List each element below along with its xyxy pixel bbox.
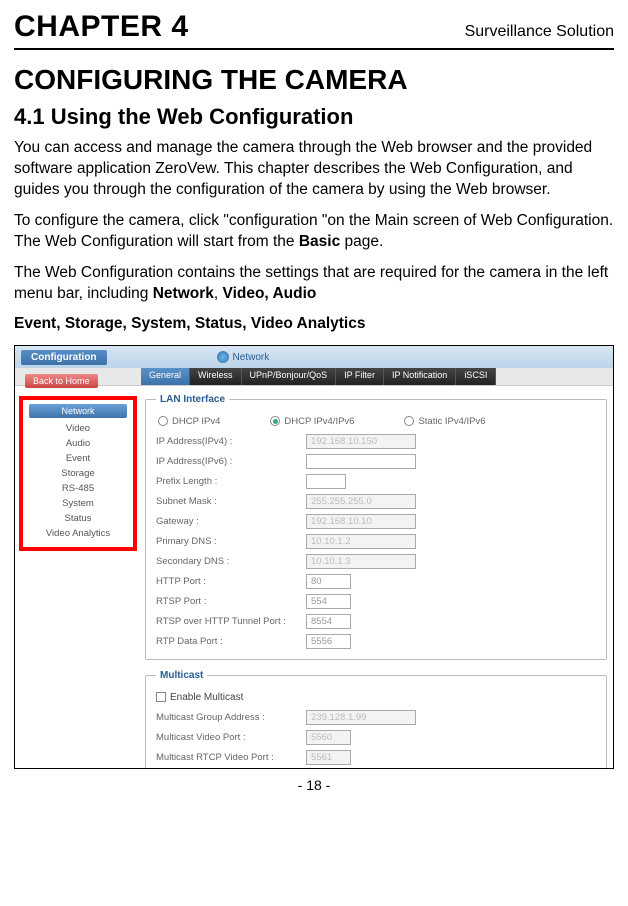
label-gateway: Gateway : [156,516,306,527]
tab-bar: General Wireless UPnP/Bonjour/QoS IP Fil… [15,368,613,386]
input-mask[interactable] [306,494,416,509]
content-area: LAN Interface DHCP IPv4 DHCP IPv4/IPv6 S… [145,394,607,769]
input-sdns[interactable] [306,554,416,569]
radio-icon-checked [270,416,280,426]
input-ipv6[interactable] [306,454,416,469]
tab-ipnotification[interactable]: IP Notification [384,368,456,385]
input-ipv4[interactable] [306,434,416,449]
radio-dhcp-ipv4v6[interactable]: DHCP IPv4/IPv6 [270,416,354,427]
multicast-fieldset: Multicast Enable Multicast Multicast Gro… [145,670,607,769]
sidebar-highlight: Network Video Audio Event Storage RS-485… [19,396,137,551]
tab-upnp[interactable]: UPnP/Bonjour/QoS [242,368,337,385]
p2-text-c: page. [340,233,383,250]
chapter-title: CHAPTER 4 [14,10,189,44]
paragraph-4: Event, Storage, System, Status, Video An… [14,314,614,335]
sidebar-item-video-analytics[interactable]: Video Analytics [23,526,133,541]
tab-ipfilter[interactable]: IP Filter [336,368,384,385]
label-mc-ga: Multicast Group Address : [156,712,306,723]
input-gateway[interactable] [306,514,416,529]
network-heading: Network [217,351,270,363]
paragraph-3: The Web Configuration contains the setti… [14,263,614,305]
paragraph-1: You can access and manage the camera thr… [14,138,614,201]
back-to-home-button[interactable]: Back to Home [25,374,98,388]
radio-icon [158,416,168,426]
multicast-legend: Multicast [156,670,207,681]
label-enable-multicast: Enable Multicast [170,692,243,703]
radio-dhcp-ipv4[interactable]: DHCP IPv4 [158,416,220,427]
input-mc-vp[interactable] [306,730,351,745]
sidebar-item-audio[interactable]: Audio [23,436,133,451]
radio-icon [404,416,414,426]
input-pdns[interactable] [306,534,416,549]
label-pdns: Primary DNS : [156,536,306,547]
tab-wireless[interactable]: Wireless [190,368,242,385]
label-ipv4: IP Address(IPv4) : [156,436,306,447]
input-mc-rvp[interactable] [306,750,351,765]
configuration-badge: Configuration [21,350,107,365]
input-mc-ga[interactable] [306,710,416,725]
label-rtsp-http: RTSP over HTTP Tunnel Port : [156,616,306,627]
globe-icon [217,351,229,363]
input-http[interactable] [306,574,351,589]
p2-bold: Basic [299,233,340,250]
config-screenshot: Configuration Network General Wireless U… [14,345,614,769]
p3-bold-video-audio: Video, Audio [223,285,317,302]
label-mc-rvp: Multicast RTCP Video Port : [156,752,306,763]
label-mask: Subnet Mask : [156,496,306,507]
sidebar-item-system[interactable]: System [23,496,133,511]
lan-legend: LAN Interface [156,394,229,405]
input-rtp[interactable] [306,634,351,649]
tab-general[interactable]: General [141,368,190,385]
chapter-subtitle: Surveillance Solution [465,23,614,41]
sidebar-item-video[interactable]: Video [23,421,133,436]
p3-comma: , [214,285,223,302]
checkbox-enable-multicast[interactable] [156,692,166,702]
chapter-header: CHAPTER 4 Surveillance Solution [14,10,614,50]
paragraph-2: To configure the camera, click "configur… [14,211,614,253]
sidebar-item-event[interactable]: Event [23,451,133,466]
lan-interface-fieldset: LAN Interface DHCP IPv4 DHCP IPv4/IPv6 S… [145,394,607,660]
subsection-title: 4.1 Using the Web Configuration [14,104,614,130]
page-number: - 18 - [14,777,614,793]
section-title: CONFIGURING THE CAMERA [14,64,614,96]
sidebar-item-network[interactable]: Network [29,404,127,418]
sidebar-item-rs485[interactable]: RS-485 [23,481,133,496]
dhcp-radio-row: DHCP IPv4 DHCP IPv4/IPv6 Static IPv4/IPv… [156,411,596,431]
label-ipv6: IP Address(IPv6) : [156,456,306,467]
config-header-bar: Configuration Network [15,346,613,368]
label-rtp: RTP Data Port : [156,636,306,647]
label-sdns: Secondary DNS : [156,556,306,567]
label-http: HTTP Port : [156,576,306,587]
input-prefix[interactable] [306,474,346,489]
network-heading-text: Network [233,352,270,363]
input-rtsp[interactable] [306,594,351,609]
sidebar-item-status[interactable]: Status [23,511,133,526]
sidebar-item-storage[interactable]: Storage [23,466,133,481]
tab-iscsi[interactable]: iSCSI [456,368,496,385]
radio-static-ipv4v6[interactable]: Static IPv4/IPv6 [404,416,485,427]
label-mc-vp: Multicast Video Port : [156,732,306,743]
p3-bold-network: Network [153,285,214,302]
label-rtsp: RTSP Port : [156,596,306,607]
input-rtsp-http[interactable] [306,614,351,629]
label-prefix: Prefix Length : [156,476,306,487]
